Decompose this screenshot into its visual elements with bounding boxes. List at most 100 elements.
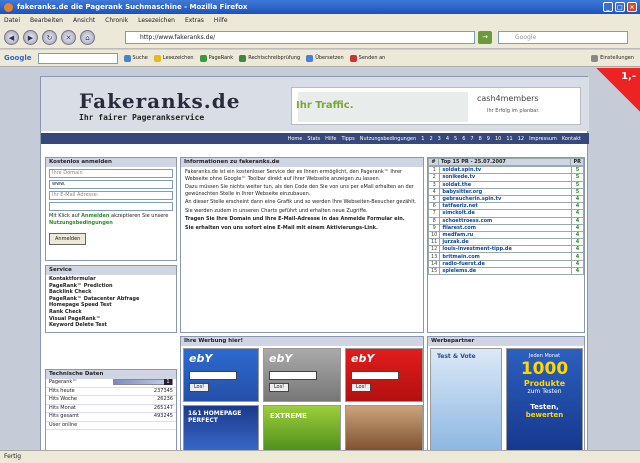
site-link[interactable]: filarest.com — [439, 223, 572, 232]
settings-button[interactable]: Einstellungen — [591, 54, 634, 62]
forward-icon[interactable]: ▶ — [23, 30, 38, 45]
minimize-button[interactable]: _ — [603, 2, 613, 12]
nav-page-5[interactable]: 5 — [454, 136, 457, 142]
site-link[interactable]: tatfaeriz.net — [439, 202, 572, 211]
maximize-button[interactable]: □ — [615, 2, 625, 12]
service-item[interactable]: PageRank™ Datacenter Abfrage — [49, 296, 173, 303]
spellcheck-button[interactable]: Rechtschreibprüfung — [239, 54, 300, 62]
top15-row[interactable]: 4 babysitter.org 5 — [427, 187, 584, 196]
email-input[interactable] — [49, 202, 173, 211]
menu-hilfe[interactable]: Hilfe — [214, 17, 228, 24]
top15-row[interactable]: 5 gebraucherin.spin.tv 4 — [427, 194, 584, 204]
service-item[interactable]: Rank Check — [49, 309, 173, 316]
nav-terms[interactable]: Nutzungsbedingungen — [360, 136, 417, 142]
nav-page-12[interactable]: 12 — [518, 136, 524, 142]
top15-row[interactable]: 15 spielems.de 4 — [427, 266, 584, 276]
photo-ad[interactable] — [345, 405, 423, 450]
menu-bearbeiten[interactable]: Bearbeiten — [30, 17, 63, 24]
menu-datei[interactable]: Datei — [4, 17, 20, 24]
translate-button[interactable]: Übersetzen — [306, 54, 344, 62]
test-vote-ad[interactable]: Test & Vote — [430, 348, 502, 450]
top15-row[interactable]: 7 simckolt.de 4 — [427, 209, 584, 218]
email-label-field[interactable]: Ihr E-Mail Adresse: — [49, 191, 173, 200]
stop-icon[interactable]: ✕ — [61, 30, 76, 45]
service-item[interactable]: Visual PageRank™ — [49, 316, 173, 323]
service-item[interactable]: Keyword Delete Test — [49, 322, 173, 329]
corner-badge[interactable]: 1,- — [596, 68, 640, 112]
search-box[interactable]: Google — [498, 31, 628, 44]
site-link[interactable]: jurzak.de — [439, 238, 572, 247]
site-link[interactable]: radio-fuerst.de — [439, 259, 572, 268]
go-icon[interactable]: → — [478, 31, 492, 44]
domain-input[interactable]: www. — [49, 180, 173, 189]
nav-kontakt[interactable]: Kontakt — [562, 136, 581, 142]
site-link[interactable]: schoettroess.com — [439, 216, 572, 225]
nav-impressum[interactable]: Impressum — [529, 136, 557, 142]
site-link[interactable]: sonikede.tv — [439, 173, 572, 182]
site-logo[interactable]: Fakeranks.de — [79, 89, 240, 113]
extreme-ad[interactable]: EXTREME — [263, 405, 341, 450]
homepage-ad[interactable]: 1&1 HOMEPAGE PERFECT — [183, 405, 259, 450]
back-icon[interactable]: ◀ — [4, 30, 19, 45]
nav-home[interactable]: Home — [288, 136, 303, 142]
nav-stats[interactable]: Stats — [307, 136, 320, 142]
home-icon[interactable]: ⌂ — [80, 30, 95, 45]
top15-row[interactable]: 10 medfam.ru 4 — [427, 230, 584, 240]
service-item[interactable]: Kontaktformular — [49, 276, 173, 283]
bookmarks-button[interactable]: Lesezeichen — [153, 54, 194, 62]
close-button[interactable]: × — [627, 2, 637, 12]
service-item[interactable]: Homepage Speed Test — [49, 302, 173, 309]
nav-page-8[interactable]: 8 — [479, 136, 482, 142]
site-link[interactable]: britmain.com — [439, 252, 572, 261]
service-item[interactable]: Backlink Check — [49, 289, 173, 296]
nav-page-2[interactable]: 2 — [429, 136, 432, 142]
nav-tipps[interactable]: Tipps — [341, 136, 354, 142]
google-search-input[interactable] — [37, 52, 118, 64]
nav-page-1[interactable]: 1 — [421, 136, 424, 142]
produkte-ad[interactable]: Jeden Monat 1000 Produkte zum Testen Tes… — [506, 348, 583, 450]
site-link[interactable]: medfam.ru — [439, 230, 572, 240]
nav-hilfe[interactable]: Hilfe — [325, 136, 336, 142]
top15-row[interactable]: 3 soldat.the 5 — [427, 180, 584, 189]
terms-link[interactable]: Nutzungsbedingungen — [49, 220, 113, 226]
top15-row[interactable]: 2 sonikede.tv 5 — [427, 173, 584, 182]
top15-row[interactable]: 9 filarest.com 4 — [427, 223, 584, 232]
domain-label-field[interactable]: Ihre Domain — [49, 169, 173, 178]
google-search-button[interactable]: Suche — [123, 54, 148, 62]
send-to-button[interactable]: Senden an — [349, 54, 385, 62]
ebay-ad-grey[interactable]: ebY Los! — [263, 348, 341, 402]
menu-extras[interactable]: Extras — [185, 17, 204, 24]
nav-page-11[interactable]: 11 — [506, 136, 512, 142]
top15-row[interactable]: 1 soldat.spin.tv 5 — [427, 166, 584, 175]
top15-row[interactable]: 11 jurzak.de 4 — [427, 238, 584, 247]
service-item[interactable]: PageRank™ Prediction — [49, 283, 173, 290]
top15-row[interactable]: 6 tatfaeriz.net 4 — [427, 202, 584, 211]
menu-chronik[interactable]: Chronik — [105, 17, 128, 24]
top15-row[interactable]: 12 louis-investment-tipp.de 4 — [427, 245, 584, 254]
anmelden-button[interactable]: Anmelden — [49, 233, 87, 245]
site-link[interactable]: babysitter.org — [439, 187, 572, 196]
pagerank-indicator[interactable]: PageRank — [199, 54, 233, 62]
site-link[interactable]: spielems.de — [439, 266, 572, 276]
menu-lesezeichen[interactable]: Lesezeichen — [138, 17, 175, 24]
site-link[interactable]: louis-investment-tipp.de — [439, 245, 572, 254]
ebay-ad-red[interactable]: ebY Los! — [345, 348, 423, 402]
nav-page-7[interactable]: 7 — [470, 136, 473, 142]
top15-row[interactable]: 13 britmain.com 4 — [427, 252, 584, 261]
anmelden-link[interactable]: Anmelden — [81, 213, 109, 219]
nav-page-3[interactable]: 3 — [438, 136, 441, 142]
nav-page-6[interactable]: 6 — [462, 136, 465, 142]
site-link[interactable]: gebraucherin.spin.tv — [439, 194, 572, 204]
address-bar[interactable]: http://www.fakeranks.de/ — [125, 31, 475, 44]
top15-row[interactable]: 8 schoettroess.com 4 — [427, 216, 584, 225]
nav-page-4[interactable]: 4 — [446, 136, 449, 142]
nav-page-9[interactable]: 9 — [487, 136, 490, 142]
site-link[interactable]: soldat.spin.tv — [439, 166, 572, 175]
nav-page-10[interactable]: 10 — [495, 136, 501, 142]
header-banner-ad[interactable]: Ihr Traffic. cash4members Ihr Erfolg im … — [291, 87, 581, 125]
site-link[interactable]: soldat.the — [439, 180, 572, 189]
ebay-ad-blue[interactable]: ebY Los! — [183, 348, 259, 402]
menu-ansicht[interactable]: Ansicht — [73, 17, 95, 24]
top15-row[interactable]: 14 radio-fuerst.de 4 — [427, 259, 584, 268]
reload-icon[interactable]: ↻ — [42, 30, 57, 45]
